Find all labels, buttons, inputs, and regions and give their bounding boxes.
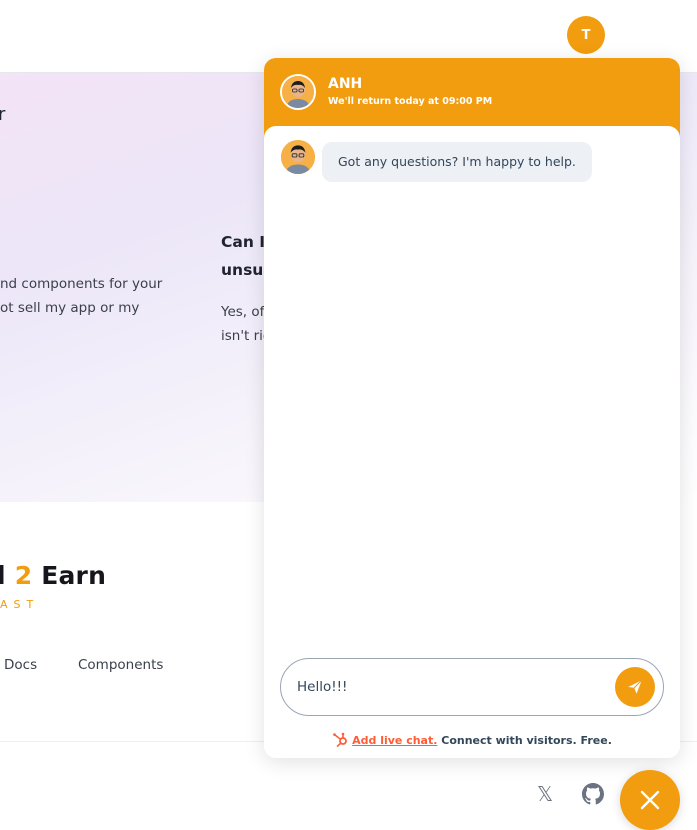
github-icon[interactable] [582, 783, 604, 805]
close-icon [640, 790, 660, 810]
footer-brand-logo[interactable]: l 2 Earn [0, 561, 106, 590]
send-button[interactable] [615, 667, 655, 707]
agent-name: ANH [328, 76, 363, 92]
agent-avatar [280, 74, 316, 110]
chat-launcher-button[interactable] [620, 770, 680, 830]
user-avatar[interactable]: T [567, 16, 605, 54]
agent-message-bubble: Got any questions? I'm happy to help. [322, 142, 592, 182]
faq-left-answer-line: nd components for your [0, 276, 163, 292]
send-icon [628, 679, 643, 694]
brand-text-part2: Earn [32, 561, 107, 590]
x-icon[interactable]: 𝕏 [534, 783, 556, 805]
agent-availability-status: We'll return today at 09:00 PM [328, 96, 493, 107]
faq-right-answer-line: isn't rig [221, 328, 269, 344]
footer-link-docs[interactable]: Docs [4, 657, 37, 673]
faq-right-answer-line: Yes, of [221, 304, 265, 320]
add-live-chat-link[interactable]: Add live chat. [352, 734, 437, 747]
faq-left-answer: nd components for your ot sell my app or… [0, 272, 170, 320]
brand-text-accent: 2 [14, 561, 33, 590]
chat-widget: ANH We'll return today at 09:00 PM Got a… [264, 58, 680, 758]
chat-input-container [280, 658, 664, 716]
faq-left-heading-fragment: r [0, 104, 6, 125]
message-agent-avatar [281, 140, 315, 174]
chat-conversation: Got any questions? I'm happy to help. Ad… [264, 126, 680, 758]
brand-subtitle: AST [0, 598, 40, 611]
powered-by-hubspot: Add live chat. Connect with visitors. Fr… [264, 732, 680, 748]
hubspot-icon [333, 732, 348, 748]
faq-right-answer: Yes, of isn't rig [221, 300, 269, 348]
faq-left-answer-line: ot sell my app or my [0, 300, 140, 316]
footer-link-components[interactable]: Components [78, 657, 163, 673]
brand-text-part1: l [0, 561, 6, 590]
chat-message-input[interactable] [297, 674, 597, 700]
powered-by-text: Connect with visitors. Free. [441, 734, 612, 747]
